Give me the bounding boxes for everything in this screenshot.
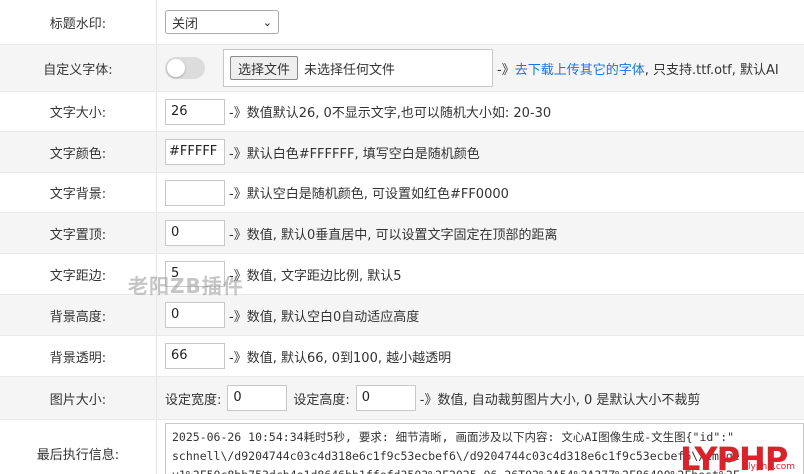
bg-height-hint: -》数值, 默认空白0自动适应高度 — [229, 309, 420, 325]
row-custom-font: 自定义字体: 选择文件 未选择任何文件 -》 去下载上传其它的字体 , 只支持.… — [0, 45, 804, 92]
row-image-size: 图片大小: 设定宽度: 0 设定高度: 0 -》数值, 自动裁剪图片大小, 0 … — [0, 377, 804, 420]
font-color-input[interactable]: #FFFFF — [165, 139, 225, 165]
custom-font-hint-prefix: -》 — [497, 62, 515, 78]
bg-opacity-hint: -》数值, 默认66, 0到100, 越小越透明 — [229, 350, 452, 366]
width-label: 设定宽度: — [165, 392, 222, 408]
chevron-down-icon: ⌄ — [262, 15, 272, 29]
lyphp-logo-sub: lyphp.com — [748, 462, 796, 472]
font-size-hint: -》数值默认26, 0不显示文字,也可以随机大小如: 20-30 — [229, 106, 552, 121]
label-font-color: 文字颜色: — [0, 132, 157, 172]
height-label: 设定高度: — [293, 392, 350, 408]
file-status-text: 未选择任何文件 — [304, 62, 396, 78]
text-margin-hint: -》数值, 文字距边比例, 默认5 — [229, 268, 402, 284]
text-top-hint: -》数值, 默认0垂直居中, 可以设置文字固定在顶部的距离 — [229, 227, 558, 243]
row-font-size: 文字大小: 26 -》数值默认26, 0不显示文字,也可以随机大小如: 20-3… — [0, 92, 804, 132]
toggle-knob — [167, 59, 185, 77]
custom-font-toggle[interactable] — [165, 57, 205, 79]
image-height-input[interactable]: 0 — [355, 385, 416, 411]
row-text-top: 文字置顶: 0 -》数值, 默认0垂直居中, 可以设置文字固定在顶部的距离 — [0, 213, 804, 254]
label-font-background: 文字背景: — [0, 173, 157, 212]
label-image-size: 图片大小: — [0, 377, 157, 419]
choose-file-button[interactable]: 选择文件 — [230, 56, 299, 80]
watermark-select[interactable]: 关闭 ⌄ — [165, 10, 279, 34]
font-color-hint: -》默认白色#FFFFFF, 填写空白是随机颜色 — [229, 146, 480, 162]
row-bg-opacity: 背景透明: 66 -》数值, 默认66, 0到100, 越小越透明 — [0, 336, 804, 377]
bg-height-input[interactable]: 0 — [165, 302, 225, 328]
font-size-input[interactable]: 26 — [165, 98, 225, 125]
label-text-top: 文字置顶: — [0, 213, 157, 253]
label-title-watermark: 标题水印: — [0, 0, 157, 44]
bg-opacity-input[interactable]: 66 — [165, 343, 225, 369]
watermark-overlay: 老阳ZB插件 — [128, 274, 244, 298]
label-custom-font: 自定义字体: — [0, 45, 157, 91]
text-top-input[interactable]: 0 — [165, 220, 225, 246]
row-text-margin: 文字距边: 5 -》数值, 文字距边比例, 默认5 — [0, 254, 804, 295]
label-bg-opacity: 背景透明: — [0, 336, 157, 376]
custom-font-hint-rest: , 只支持.ttf.otf, 默认AI — [644, 62, 779, 78]
label-last-log: 最后执行信息: — [0, 420, 157, 474]
font-background-input[interactable] — [165, 179, 225, 206]
download-fonts-link[interactable]: 去下载上传其它的字体 — [515, 59, 645, 78]
label-font-size: 文字大小: — [0, 92, 157, 131]
row-font-color: 文字颜色: #FFFFF -》默认白色#FFFFFF, 填写空白是随机颜色 — [0, 132, 804, 173]
image-size-hint: -》数值, 自动裁剪图片大小, 0 是默认大小不裁剪 — [419, 392, 701, 408]
row-font-background: 文字背景: -》默认空白是随机颜色, 可设置如红色#FF0000 — [0, 173, 804, 213]
font-background-hint: -》默认空白是随机颜色, 可设置如红色#FF0000 — [229, 187, 509, 202]
label-bg-height: 背景高度: — [0, 295, 157, 335]
row-title-watermark: 标题水印: 关闭 ⌄ — [0, 0, 804, 45]
watermark-select-value: 关闭 — [172, 16, 199, 32]
font-file-input[interactable]: 选择文件 未选择任何文件 — [223, 49, 493, 87]
row-bg-height: 背景高度: 0 -》数值, 默认空白0自动适应高度 — [0, 295, 804, 336]
image-width-input[interactable]: 0 — [227, 385, 288, 411]
